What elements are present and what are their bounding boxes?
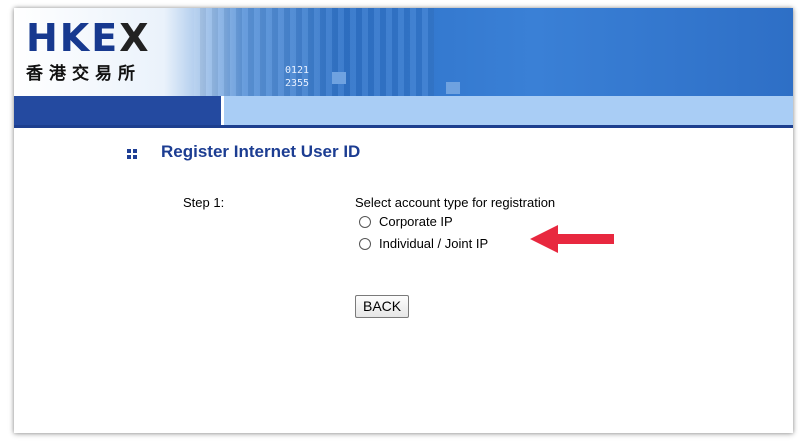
corporate-ip-label[interactable]: Corporate IP <box>379 214 453 229</box>
hkex-logo-chinese: 香港交易所 <box>26 64 141 84</box>
banner-decoration <box>332 72 346 84</box>
step-label: Step 1: <box>183 195 225 210</box>
corporate-ip-radio[interactable] <box>359 216 371 228</box>
grid-bullet-icon <box>127 149 137 159</box>
back-button[interactable]: BACK <box>355 295 410 318</box>
registration-prompt: Select account type for registration <box>355 195 556 210</box>
banner-decoration <box>446 82 460 94</box>
page-frame: HKEX 香港交易所 0121 2355 Register Internet U… <box>14 8 793 433</box>
individual-joint-ip-label[interactable]: Individual / Joint IP <box>379 236 488 251</box>
nav-bar <box>14 96 793 128</box>
individual-joint-ip-radio[interactable] <box>359 238 371 250</box>
hkex-logo: HKEX <box>26 16 151 60</box>
ticker-display: 0121 2355 <box>285 65 310 89</box>
page-title: Register Internet User ID <box>161 142 361 161</box>
header-banner: HKEX 香港交易所 0121 2355 <box>14 8 793 96</box>
red-arrow-annotation-icon <box>530 225 614 253</box>
